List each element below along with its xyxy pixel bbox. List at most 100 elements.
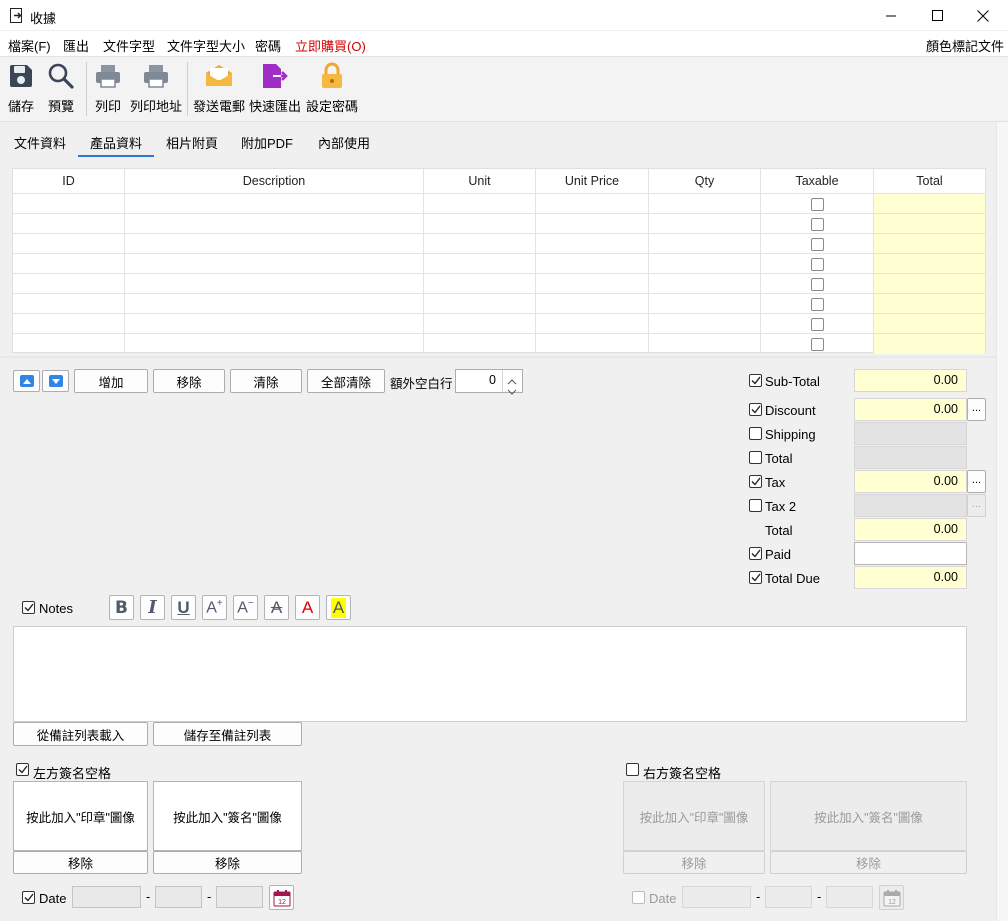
menu-export[interactable]: 匯出 (63, 36, 89, 55)
cell-qty[interactable] (649, 294, 761, 314)
cell-qty[interactable] (649, 194, 761, 214)
cell-unit-price[interactable] (536, 214, 649, 234)
cell-unit[interactable] (424, 254, 536, 274)
menu-password[interactable]: 密碼 (255, 36, 281, 55)
taxable-checkbox[interactable] (810, 257, 824, 271)
cell-unit[interactable] (424, 334, 536, 354)
cell-taxable[interactable] (761, 234, 874, 254)
cell-qty[interactable] (649, 234, 761, 254)
font-shrink-button[interactable]: A− (233, 595, 258, 620)
set-password-button[interactable]: 設定密碼 (306, 60, 358, 118)
paid-field[interactable] (854, 542, 967, 565)
cell-description[interactable] (125, 274, 424, 294)
clear-row-button[interactable]: 清除 (230, 369, 302, 393)
table-row[interactable] (13, 193, 985, 214)
tax-checkbox[interactable] (749, 475, 762, 488)
tax2-options-button[interactable]: ... (967, 494, 986, 517)
taxable-checkbox[interactable] (810, 237, 824, 251)
taxable-checkbox[interactable] (810, 217, 824, 231)
cell-id[interactable] (13, 334, 125, 354)
left-date-year-field[interactable] (72, 886, 141, 908)
taxable-checkbox[interactable] (810, 297, 824, 311)
quick-export-button[interactable]: 快速匯出 (249, 60, 301, 118)
font-grow-button[interactable]: A+ (202, 595, 227, 620)
tab-product-info[interactable]: 產品資料 (90, 133, 142, 152)
left-stamp-image-button[interactable]: 按此加入"印章"圖像 (13, 781, 148, 851)
save-button[interactable]: 儲存 (4, 60, 38, 118)
menu-color-tag[interactable]: 顏色標記文件 (926, 36, 1004, 55)
col-unit-price-header[interactable]: Unit Price (536, 169, 649, 193)
right-date-day-field[interactable] (826, 886, 873, 908)
cell-taxable[interactable] (761, 294, 874, 314)
cell-description[interactable] (125, 294, 424, 314)
font-color-button[interactable]: A (295, 595, 320, 620)
col-description-header[interactable]: Description (125, 169, 424, 193)
stepper-value[interactable]: 0 (456, 373, 496, 387)
cell-unit-price[interactable] (536, 254, 649, 274)
cell-description[interactable] (125, 234, 424, 254)
tax2-checkbox[interactable] (749, 499, 762, 512)
left-date-month-field[interactable] (155, 886, 202, 908)
taxable-checkbox[interactable] (810, 197, 824, 211)
col-id-header[interactable]: ID (13, 169, 125, 193)
cell-id[interactable] (13, 274, 125, 294)
cell-unit[interactable] (424, 274, 536, 294)
minimize-button[interactable] (868, 0, 914, 31)
tab-document-info[interactable]: 文件資料 (14, 133, 66, 152)
left-date-checkbox[interactable] (22, 891, 35, 904)
highlight-button[interactable]: A (326, 595, 351, 620)
cell-id[interactable] (13, 294, 125, 314)
left-stamp-remove-button[interactable]: 移除 (13, 851, 148, 874)
left-signature-remove-button[interactable]: 移除 (153, 851, 302, 874)
send-email-button[interactable]: 發送電郵 (193, 60, 245, 118)
menu-buy-now[interactable]: 立即購買(O) (295, 36, 366, 55)
cell-taxable[interactable] (761, 194, 874, 214)
cell-taxable[interactable] (761, 214, 874, 234)
load-notes-button[interactable]: 從備註列表載入 (13, 722, 148, 746)
notes-textarea[interactable] (13, 626, 967, 722)
cell-id[interactable] (13, 314, 125, 334)
cell-id[interactable] (13, 214, 125, 234)
right-signature-image-button[interactable]: 按此加入"簽名"圖像 (770, 781, 967, 851)
italic-button[interactable]: I (140, 595, 165, 620)
table-row[interactable] (13, 253, 985, 274)
right-date-year-field[interactable] (682, 886, 751, 908)
cell-unit-price[interactable] (536, 294, 649, 314)
taxable-checkbox[interactable] (810, 337, 824, 351)
taxable-checkbox[interactable] (810, 277, 824, 291)
menu-file[interactable]: 檔案(F) (8, 36, 51, 55)
subtotal-checkbox[interactable] (749, 374, 762, 387)
col-unit-header[interactable]: Unit (424, 169, 536, 193)
cell-unit-price[interactable] (536, 314, 649, 334)
table-row[interactable] (13, 333, 985, 354)
cell-id[interactable] (13, 234, 125, 254)
maximize-button[interactable] (914, 0, 960, 31)
cell-id[interactable] (13, 194, 125, 214)
right-stamp-remove-button[interactable]: 移除 (623, 851, 765, 874)
cell-unit[interactable] (424, 234, 536, 254)
discount-options-button[interactable]: ... (967, 398, 986, 421)
cell-unit-price[interactable] (536, 334, 649, 354)
table-row[interactable] (13, 273, 985, 294)
clear-all-button[interactable]: 全部清除 (307, 369, 385, 393)
cell-unit[interactable] (424, 214, 536, 234)
tax-options-button[interactable]: ... (967, 470, 986, 493)
cell-description[interactable] (125, 254, 424, 274)
cell-qty[interactable] (649, 334, 761, 354)
chevron-down-icon[interactable] (507, 383, 517, 398)
right-signature-checkbox[interactable] (626, 763, 639, 776)
menu-doc-font[interactable]: 文件字型 (103, 36, 155, 55)
discount-field[interactable]: 0.00 (854, 398, 967, 421)
scrollbar[interactable] (996, 122, 1008, 921)
cell-taxable[interactable] (761, 334, 874, 354)
cell-qty[interactable] (649, 214, 761, 234)
left-date-day-field[interactable] (216, 886, 263, 908)
strikethrough-button[interactable]: A (264, 595, 289, 620)
move-up-button[interactable] (13, 370, 40, 392)
tab-photo-pages[interactable]: 相片附頁 (166, 133, 218, 152)
right-stamp-image-button[interactable]: 按此加入"印章"圖像 (623, 781, 765, 851)
discount-checkbox[interactable] (749, 403, 762, 416)
table-row[interactable] (13, 233, 985, 254)
cell-id[interactable] (13, 254, 125, 274)
cell-unit-price[interactable] (536, 234, 649, 254)
